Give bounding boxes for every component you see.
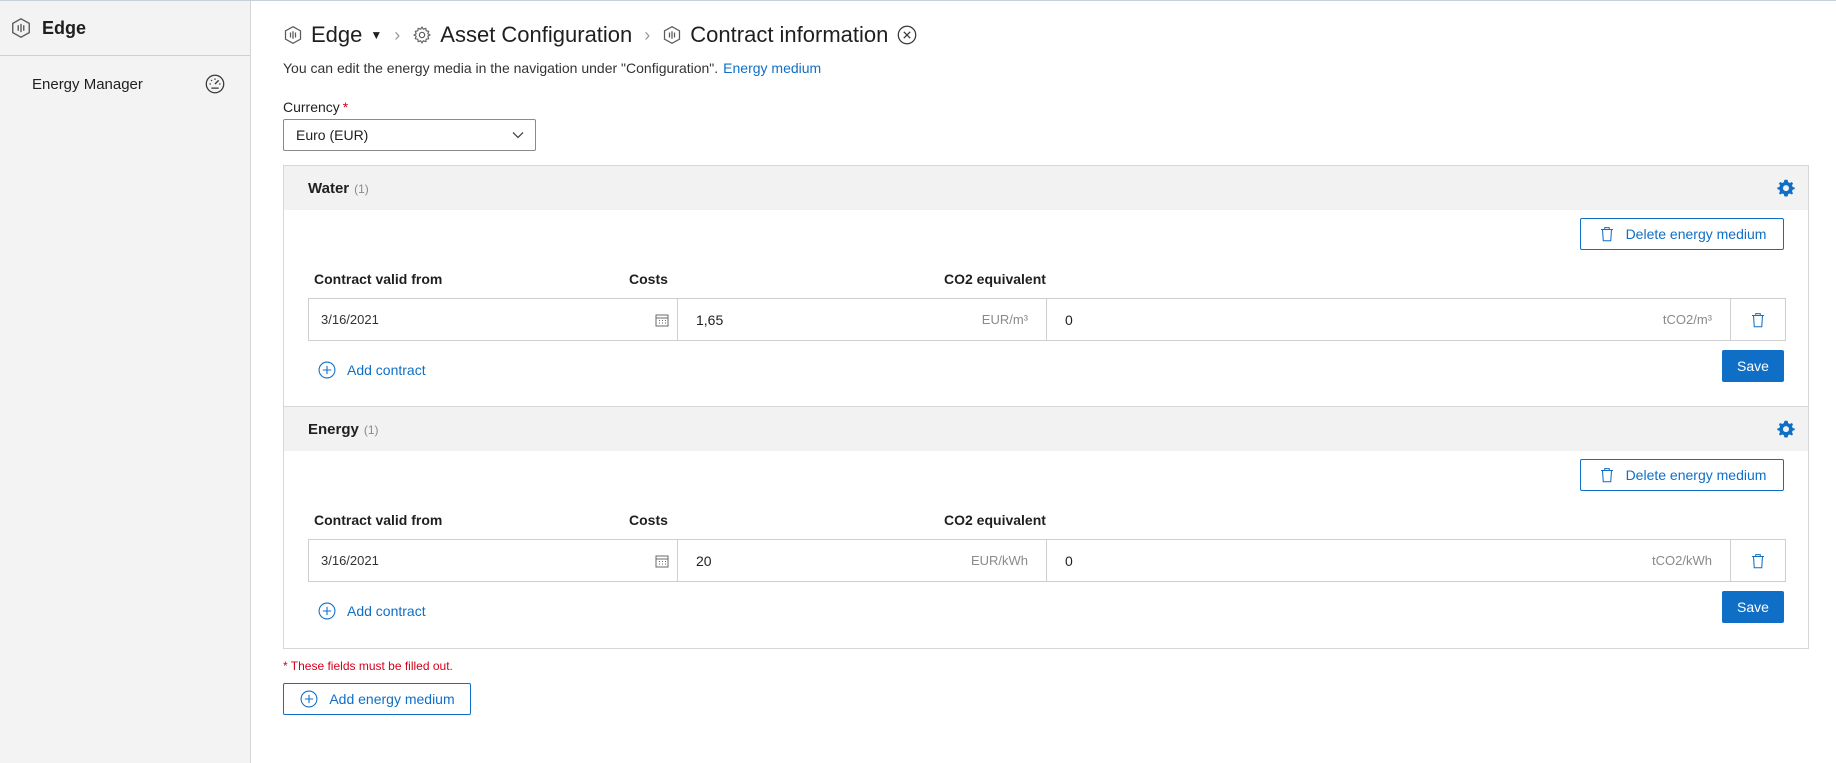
valid-from-value: 3/16/2021 bbox=[321, 312, 379, 327]
top-border bbox=[0, 0, 1836, 1]
calendar-icon[interactable] bbox=[655, 313, 669, 327]
gauge-icon bbox=[205, 74, 225, 94]
currency-select[interactable]: Euro (EUR) bbox=[283, 119, 536, 151]
caret-down-icon: ▼ bbox=[370, 28, 383, 42]
plus-circle-icon bbox=[318, 361, 336, 379]
section-header: Energy (1) bbox=[284, 407, 1808, 451]
costs-value: 1,65 bbox=[696, 311, 724, 328]
delete-energy-medium-label: Delete energy medium bbox=[1625, 226, 1767, 242]
costs-unit: EUR/m³ bbox=[981, 312, 1028, 327]
delete-contract-button[interactable] bbox=[1731, 299, 1785, 340]
valid-from-input[interactable]: 3/16/2021 bbox=[309, 540, 678, 581]
breadcrumb-label: Edge bbox=[311, 22, 363, 47]
costs-input[interactable]: 1,65 EUR/m³ bbox=[678, 299, 1047, 340]
info-message: You can edit the energy media in the nav… bbox=[283, 60, 719, 76]
section-title: Energy bbox=[308, 420, 359, 438]
add-energy-medium-button[interactable]: Add energy medium bbox=[283, 683, 471, 715]
gear-icon bbox=[413, 26, 432, 44]
settings-gear-icon[interactable] bbox=[1776, 178, 1796, 198]
edge-app-icon bbox=[664, 25, 681, 45]
chevron-down-icon bbox=[512, 132, 524, 139]
section-title: Water bbox=[308, 179, 350, 197]
contract-row: 3/16/2021 20 EUR/kWh 0 tCO2/kWh bbox=[308, 539, 1786, 582]
currency-label: Currency * bbox=[283, 99, 348, 115]
breadcrumb-edge[interactable]: Edge ▼ bbox=[283, 22, 382, 48]
plus-circle-icon bbox=[318, 602, 336, 620]
calendar-icon[interactable] bbox=[655, 554, 669, 568]
co2-unit: tCO2/kWh bbox=[1652, 553, 1712, 568]
section-count: (1) bbox=[363, 422, 379, 437]
trash-icon bbox=[1600, 227, 1613, 242]
breadcrumb: Edge ▼ › Asset Configuration › Contract … bbox=[283, 18, 918, 52]
required-fields-note: * These fields must be filled out. bbox=[283, 659, 453, 673]
chevron-right-icon: › bbox=[644, 24, 651, 45]
add-contract-label: Add contract bbox=[347, 603, 426, 619]
breadcrumb-contract-information: Contract information bbox=[662, 22, 888, 48]
co2-input[interactable]: 0 tCO2/m³ bbox=[1047, 299, 1731, 340]
breadcrumb-asset-configuration[interactable]: Asset Configuration bbox=[412, 22, 632, 48]
sidebar: Edge Energy Manager bbox=[0, 1, 251, 763]
column-header-costs: Costs bbox=[629, 512, 668, 528]
edge-app-icon bbox=[12, 18, 30, 38]
column-header-co2: CO2 equivalent bbox=[944, 271, 1046, 287]
sidebar-title: Edge bbox=[42, 17, 87, 38]
breadcrumb-label: Asset Configuration bbox=[440, 22, 633, 47]
close-icon[interactable] bbox=[896, 24, 918, 46]
section-body: Delete energy medium Contract valid from… bbox=[284, 210, 1808, 407]
save-button[interactable]: Save bbox=[1722, 350, 1784, 382]
add-contract-label: Add contract bbox=[347, 362, 426, 378]
energy-medium-section: Water (1) Delete energy medium Contract v… bbox=[284, 166, 1808, 407]
breadcrumb-label: Contract information bbox=[690, 22, 889, 47]
costs-value: 20 bbox=[696, 552, 712, 569]
costs-input[interactable]: 20 EUR/kWh bbox=[678, 540, 1047, 581]
section-body: Delete energy medium Contract valid from… bbox=[284, 451, 1808, 648]
co2-unit: tCO2/m³ bbox=[1662, 312, 1712, 327]
column-header-valid-from: Contract valid from bbox=[314, 512, 443, 528]
currency-value: Euro (EUR) bbox=[296, 127, 369, 143]
delete-energy-medium-button[interactable]: Delete energy medium bbox=[1580, 218, 1784, 250]
co2-value: 0 bbox=[1065, 311, 1073, 328]
edge-app-icon bbox=[284, 25, 302, 45]
energy-medium-link[interactable]: Energy medium bbox=[723, 60, 821, 76]
currency-label-text: Currency bbox=[283, 99, 340, 115]
column-header-valid-from: Contract valid from bbox=[314, 271, 443, 287]
settings-gear-icon[interactable] bbox=[1776, 419, 1796, 439]
column-header-costs: Costs bbox=[629, 271, 668, 287]
delete-contract-button[interactable] bbox=[1731, 540, 1785, 581]
required-mark: * bbox=[342, 99, 349, 115]
trash-icon bbox=[1752, 312, 1764, 327]
contract-row: 3/16/2021 1,65 EUR/m³ 0 tCO2/m³ bbox=[308, 298, 1786, 341]
plus-circle-icon bbox=[300, 690, 318, 708]
add-contract-button[interactable]: Add contract bbox=[317, 360, 426, 380]
chevron-right-icon: › bbox=[394, 24, 401, 45]
section-header: Water (1) bbox=[284, 166, 1808, 210]
section-count: (1) bbox=[354, 181, 369, 196]
delete-energy-medium-button[interactable]: Delete energy medium bbox=[1580, 459, 1784, 491]
valid-from-input[interactable]: 3/16/2021 bbox=[309, 299, 678, 340]
trash-icon bbox=[1600, 468, 1613, 483]
co2-input[interactable]: 0 tCO2/kWh bbox=[1047, 540, 1731, 581]
sidebar-item-label: Energy Manager bbox=[32, 75, 143, 93]
add-contract-button[interactable]: Add contract bbox=[317, 601, 426, 621]
info-text: You can edit the energy media in the nav… bbox=[283, 60, 821, 76]
sidebar-item-energy-manager[interactable]: Energy Manager bbox=[0, 56, 250, 112]
energy-media-panel: Water (1) Delete energy medium Contract v… bbox=[283, 165, 1809, 649]
co2-value: 0 bbox=[1065, 552, 1073, 569]
sidebar-header[interactable]: Edge bbox=[0, 1, 250, 56]
delete-energy-medium-label: Delete energy medium bbox=[1625, 467, 1767, 483]
valid-from-value: 3/16/2021 bbox=[321, 553, 379, 568]
costs-unit: EUR/kWh bbox=[970, 553, 1028, 568]
energy-medium-section: Energy (1) Delete energy medium Contract … bbox=[284, 407, 1808, 648]
save-button[interactable]: Save bbox=[1722, 591, 1784, 623]
add-energy-medium-label: Add energy medium bbox=[329, 691, 455, 707]
trash-icon bbox=[1752, 553, 1764, 568]
column-header-co2: CO2 equivalent bbox=[944, 512, 1046, 528]
